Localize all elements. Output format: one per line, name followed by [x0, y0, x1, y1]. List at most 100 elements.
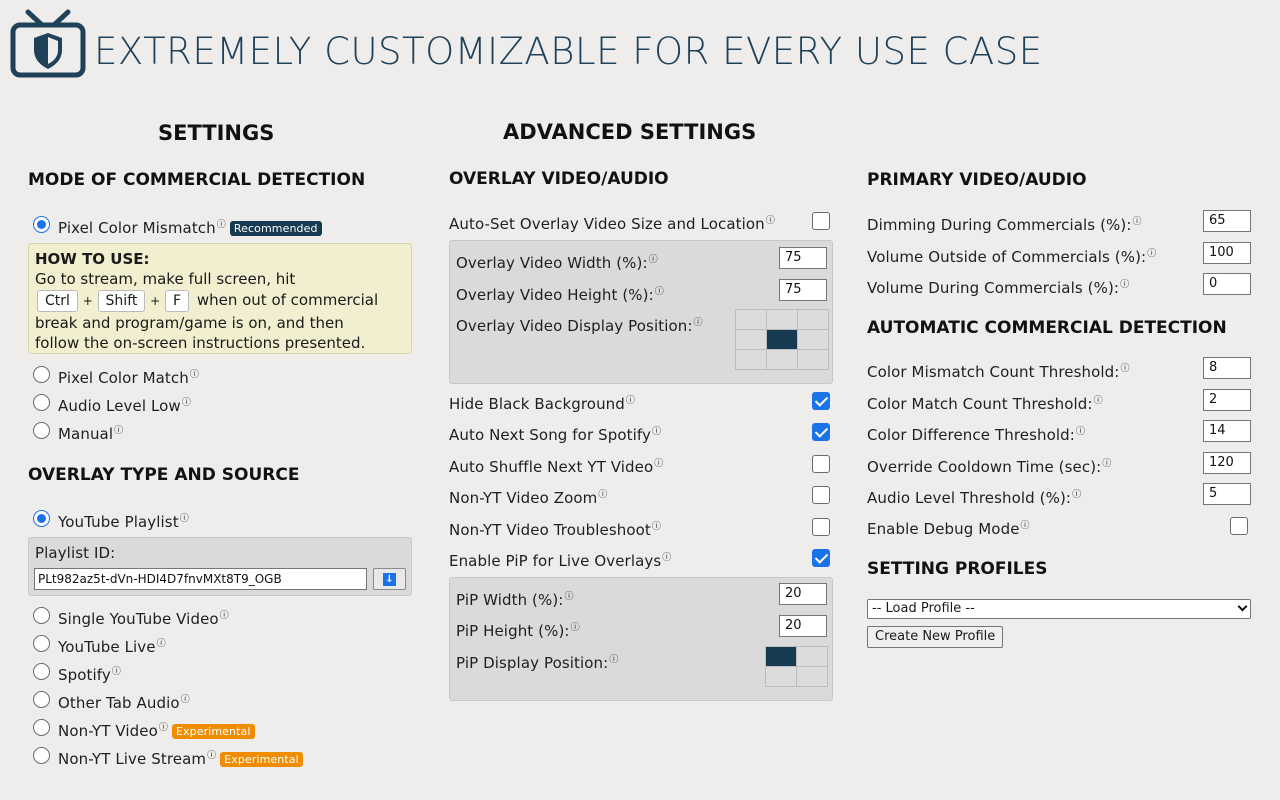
number-input[interactable]: 65 [1203, 210, 1251, 232]
toggle-checkbox[interactable] [812, 549, 830, 567]
info-icon[interactable]: ⓘ [609, 655, 618, 665]
option-label: Non-YT Video Zoom [449, 489, 598, 508]
info-icon[interactable]: ⓘ [1021, 521, 1030, 531]
info-icon[interactable]: ⓘ [112, 667, 121, 677]
auto-set-checkbox[interactable] [812, 212, 830, 230]
info-icon[interactable]: ⓘ [157, 639, 166, 649]
info-icon[interactable]: ⓘ [598, 490, 607, 500]
toggle-checkbox[interactable] [812, 454, 830, 473]
toggle-checkbox[interactable] [812, 517, 830, 536]
key-shift: Shift [97, 290, 146, 312]
info-icon[interactable]: ⓘ [766, 216, 775, 226]
info-icon[interactable]: ⓘ [654, 459, 663, 469]
toggle-checkbox[interactable] [812, 392, 830, 410]
info-icon[interactable]: ⓘ [655, 287, 664, 297]
info-icon[interactable]: ⓘ [694, 318, 703, 328]
overlay-width-input[interactable]: 75 [779, 247, 827, 269]
position-cell[interactable] [767, 330, 797, 349]
pip-height-label: PiP Height (%):ⓘ [456, 620, 580, 640]
toggle-checkbox[interactable] [812, 486, 830, 505]
position-cell[interactable] [767, 310, 797, 329]
radio-youtube-live[interactable] [33, 635, 50, 652]
position-cell[interactable] [767, 350, 797, 369]
position-cell[interactable] [798, 350, 828, 369]
radio-non-yt-video[interactable] [33, 719, 50, 736]
option-label: Auto Next Song for Spotify [449, 426, 651, 445]
info-icon[interactable]: ⓘ [652, 522, 661, 532]
overlay-position-grid[interactable] [735, 309, 829, 370]
info-icon[interactable]: ⓘ [114, 426, 123, 436]
info-icon[interactable]: ⓘ [181, 695, 190, 705]
mode-label: Manualⓘ [58, 423, 123, 443]
info-icon[interactable]: ⓘ [217, 220, 226, 230]
field-label-text: Color Difference Threshold: [867, 426, 1075, 444]
option-label: Manual [58, 425, 114, 443]
radio-other-tab-audio[interactable] [33, 691, 50, 708]
radio-non-yt-live-stream[interactable] [33, 747, 50, 764]
number-input[interactable]: 2 [1203, 388, 1251, 411]
info-icon[interactable]: ⓘ [190, 370, 199, 380]
radio-youtube-playlist[interactable] [33, 510, 50, 527]
radio-manual[interactable] [33, 422, 50, 439]
position-cell[interactable] [797, 667, 827, 686]
info-icon[interactable]: ⓘ [1072, 490, 1081, 500]
info-icon[interactable]: ⓘ [1133, 217, 1142, 227]
number-input[interactable]: 100 [1203, 241, 1251, 264]
position-cell[interactable] [736, 330, 766, 349]
position-cell[interactable] [766, 647, 796, 666]
info-icon[interactable]: ⓘ [649, 255, 658, 265]
select-value: -- Load Profile -- [872, 601, 975, 616]
info-icon[interactable]: ⓘ [159, 723, 168, 733]
overlay-height-label: Overlay Video Height (%):ⓘ [456, 284, 664, 304]
field-label: Dimming During Commercials (%):ⓘ [867, 214, 1142, 234]
info-icon[interactable]: ⓘ [652, 427, 661, 437]
position-cell[interactable] [736, 310, 766, 329]
info-icon[interactable]: ⓘ [1120, 364, 1129, 374]
howto-line4: follow the on-screen instructions presen… [35, 334, 366, 352]
info-icon[interactable]: ⓘ [207, 751, 216, 761]
number-input[interactable]: 5 [1203, 483, 1251, 505]
info-icon[interactable]: ⓘ [1120, 280, 1129, 290]
position-cell[interactable] [798, 330, 828, 349]
number-input[interactable]: 0 [1203, 273, 1251, 295]
pip-height-input[interactable]: 20 [779, 615, 827, 637]
info-icon[interactable]: ⓘ [564, 592, 573, 602]
load-profile-select[interactable]: -- Load Profile -- [867, 599, 1251, 619]
overlay-height-input[interactable]: 75 [779, 279, 827, 301]
info-icon[interactable]: ⓘ [220, 611, 229, 621]
info-icon[interactable]: ⓘ [1102, 459, 1111, 469]
position-cell[interactable] [798, 310, 828, 329]
info-icon[interactable]: ⓘ [1147, 249, 1156, 259]
info-icon[interactable]: ⓘ [662, 553, 671, 563]
pip-position-grid[interactable] [765, 646, 828, 687]
option-label: Pixel Color Match [58, 369, 189, 387]
number-input[interactable]: 14 [1203, 420, 1251, 442]
number-input[interactable]: 120 [1203, 451, 1251, 474]
toggle-checkbox[interactable] [812, 423, 830, 442]
position-cell[interactable] [797, 647, 827, 666]
position-cell[interactable] [766, 667, 796, 686]
pip-position-label: PiP Display Position:ⓘ [456, 652, 618, 672]
number-input[interactable]: 8 [1203, 357, 1251, 379]
info-icon[interactable]: ⓘ [1094, 396, 1103, 406]
info-icon[interactable]: ⓘ [182, 398, 191, 408]
debug-mode-checkbox[interactable] [1230, 517, 1248, 535]
info-icon[interactable]: ⓘ [180, 514, 189, 524]
option-label: YouTube Live [58, 638, 156, 656]
position-cell[interactable] [736, 350, 766, 369]
info-icon[interactable]: ⓘ [1076, 427, 1085, 437]
radio-pixel-color-match[interactable] [33, 366, 50, 383]
load-playlist-button[interactable]: ↓ [373, 568, 406, 590]
toggle-label: Enable PiP for Live Overlaysⓘ [449, 550, 671, 570]
advanced-title: ADVANCED SETTINGS [503, 120, 757, 144]
radio-pixel-color-mismatch[interactable] [33, 216, 50, 233]
pip-width-input[interactable]: 20 [779, 583, 827, 605]
radio-single-youtube-video[interactable] [33, 607, 50, 624]
radio-audio-level-low[interactable] [33, 394, 50, 411]
info-icon[interactable]: ⓘ [626, 396, 635, 406]
playlist-id-input[interactable] [34, 568, 367, 590]
field-label: PiP Display Position: [456, 654, 609, 672]
create-profile-button[interactable]: Create New Profile [867, 626, 1004, 648]
info-icon[interactable]: ⓘ [571, 623, 580, 633]
radio-spotify[interactable] [33, 663, 50, 680]
